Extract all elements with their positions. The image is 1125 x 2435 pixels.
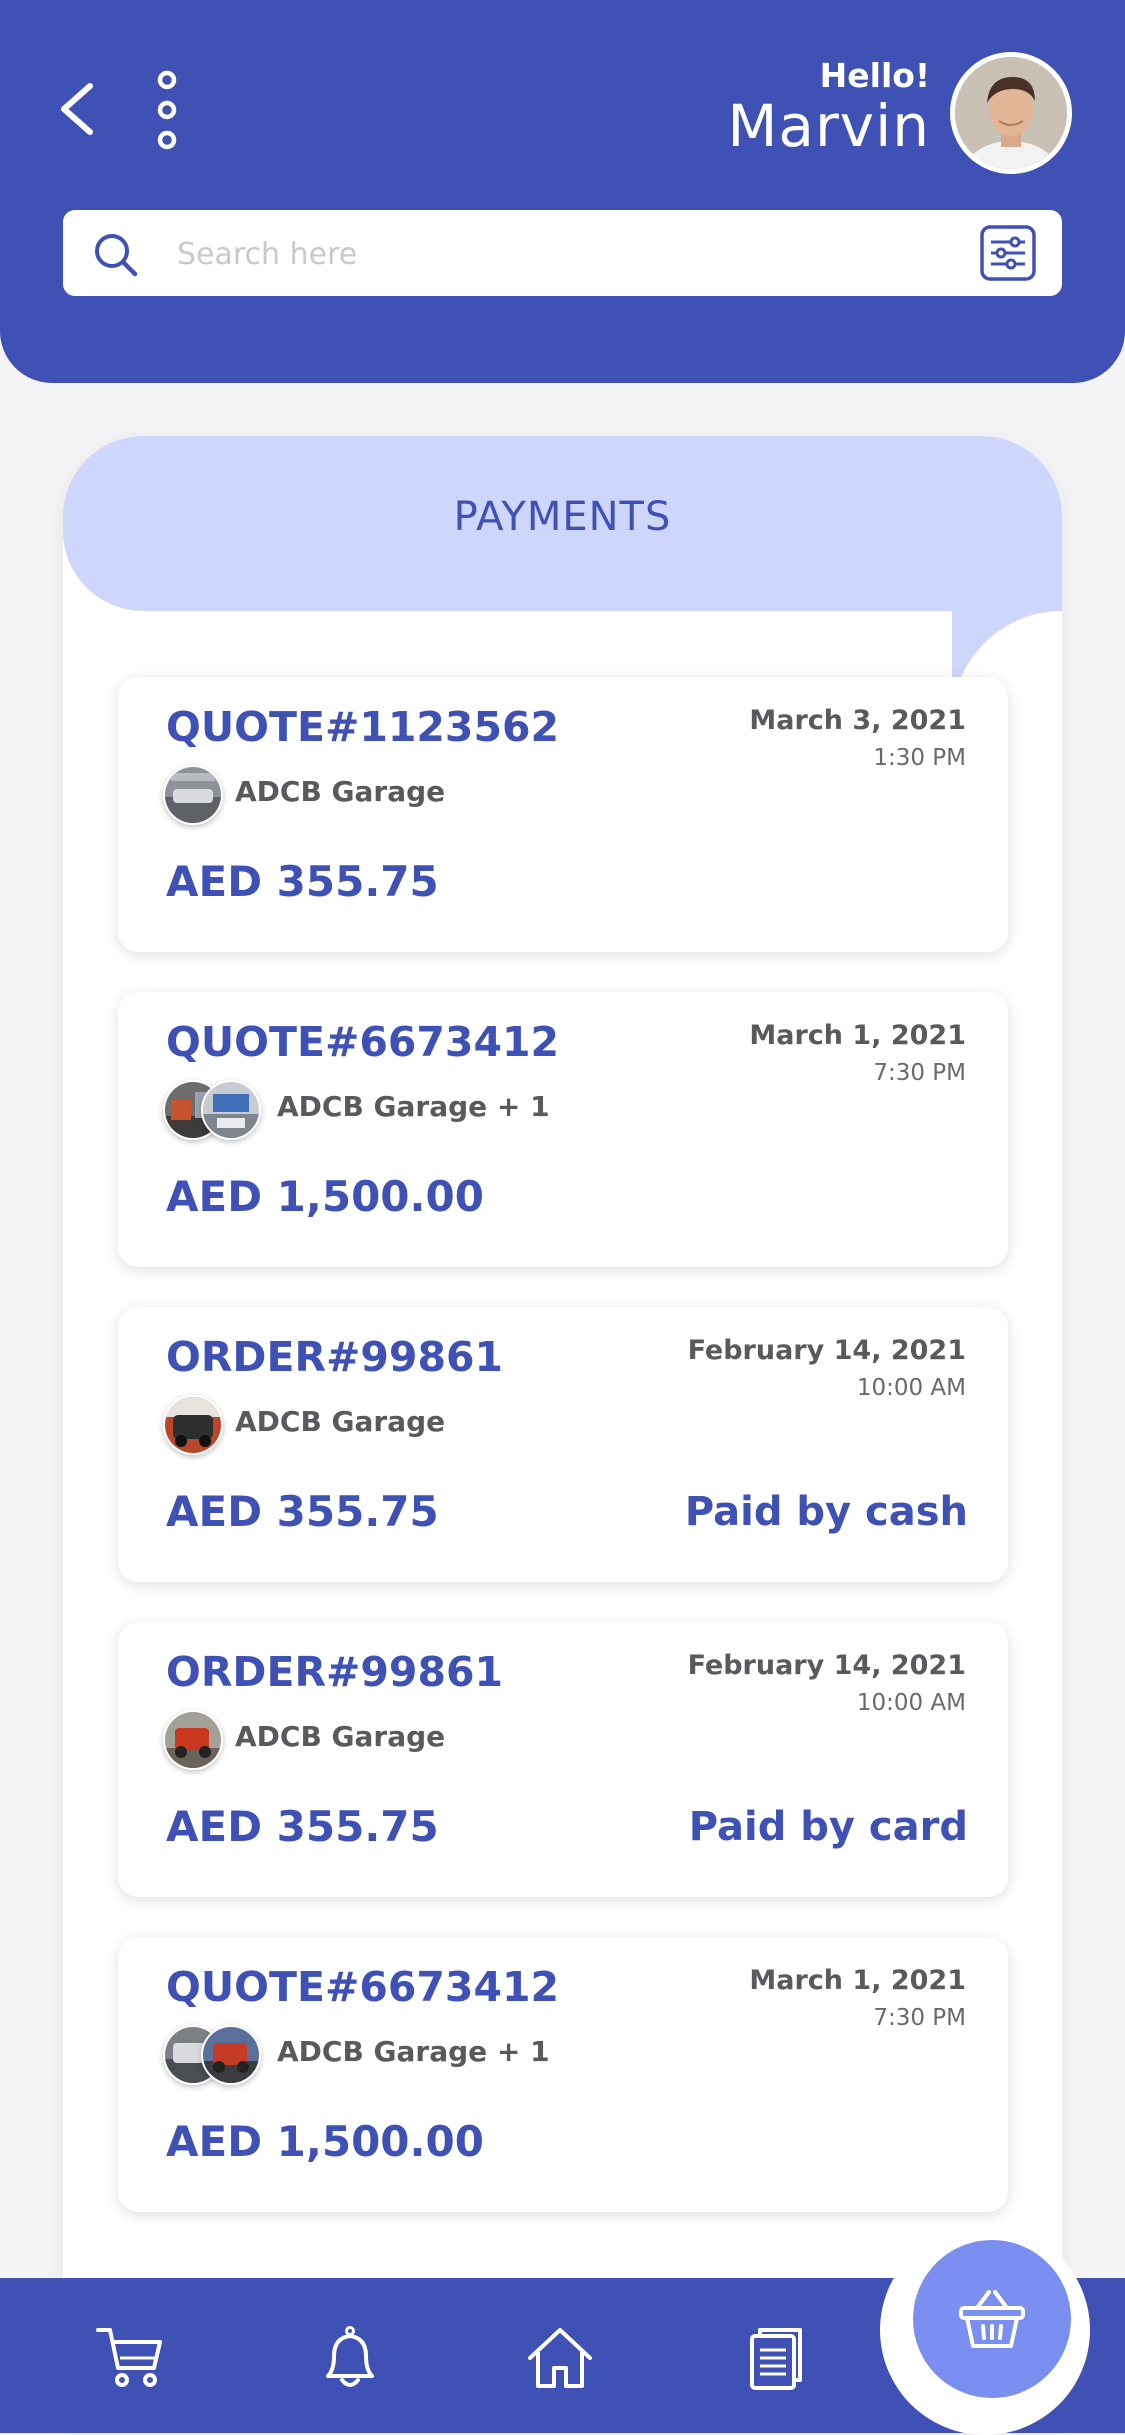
garage-thumbnail	[201, 1080, 261, 1140]
payment-method: Paid by cash	[684, 1489, 968, 1535]
payment-card[interactable]: ORDER#99861 February 14, 2021 10:00 AM A…	[118, 1307, 1008, 1582]
payment-card[interactable]: QUOTE#6673412 March 1, 2021 7:30 PM ADCB…	[118, 1937, 1008, 2212]
payment-time: 10:00 AM	[856, 1375, 966, 1401]
search-bar	[63, 210, 1062, 296]
bell-icon[interactable]	[314, 2322, 386, 2394]
payments-panel: PAYMENTS QUOTE#1123562 March 3, 2021 1:3…	[63, 436, 1062, 2433]
payment-date: February 14, 2021	[687, 1335, 966, 1366]
garage-name: ADCB Garage	[235, 1720, 446, 1753]
home-icon[interactable]	[524, 2322, 596, 2394]
payment-id: ORDER#99861	[166, 1333, 504, 1381]
app-header: Hello! Marvin	[0, 0, 1125, 383]
basket-icon	[959, 2290, 1025, 2348]
garage-name: ADCB Garage + 1	[277, 2035, 550, 2068]
payment-amount: AED 355.75	[166, 1487, 439, 1536]
payment-time: 10:00 AM	[856, 1690, 966, 1716]
user-avatar[interactable]	[950, 52, 1072, 174]
payment-method: Paid by card	[688, 1804, 968, 1850]
garage-thumbnail	[163, 765, 223, 825]
payment-id: QUOTE#6673412	[166, 1018, 560, 1066]
back-button[interactable]	[52, 78, 102, 140]
payment-amount: AED 1,500.00	[166, 1172, 484, 1221]
avatar-portrait	[955, 57, 1067, 169]
greeting-text: Hello!	[819, 56, 930, 95]
garage-name: ADCB Garage	[235, 1405, 446, 1438]
filter-button[interactable]	[979, 224, 1037, 282]
panel-title: PAYMENTS	[453, 494, 672, 540]
payment-id: QUOTE#1123562	[166, 703, 560, 751]
cart-icon[interactable]	[94, 2322, 166, 2394]
payment-card[interactable]: ORDER#99861 February 14, 2021 10:00 AM A…	[118, 1622, 1008, 1897]
user-name: Marvin	[727, 92, 930, 160]
chevron-left-icon	[61, 83, 93, 135]
more-vertical-icon	[157, 70, 177, 150]
search-icon[interactable]	[91, 230, 141, 280]
sliders-icon	[980, 225, 1036, 281]
payment-date: February 14, 2021	[687, 1650, 966, 1681]
garage-thumbnail	[163, 1395, 223, 1455]
garage-thumbnail	[163, 1710, 223, 1770]
payment-amount: AED 355.75	[166, 1802, 439, 1851]
payment-card[interactable]: QUOTE#6673412 March 1, 2021 7:30 PM ADCB…	[118, 992, 1008, 1267]
document-icon[interactable]	[740, 2322, 812, 2394]
payment-time: 1:30 PM	[873, 745, 966, 771]
garage-name: ADCB Garage	[235, 775, 446, 808]
search-input[interactable]	[175, 228, 1019, 280]
garage-thumbnail	[201, 2025, 261, 2085]
payment-id: ORDER#99861	[166, 1648, 504, 1696]
payment-date: March 1, 2021	[749, 1965, 966, 1996]
payment-card[interactable]: QUOTE#1123562 March 3, 2021 1:30 PM ADCB…	[118, 677, 1008, 952]
more-options-button[interactable]	[152, 70, 182, 150]
payment-id: QUOTE#6673412	[166, 1963, 560, 2011]
payment-amount: AED 1,500.00	[166, 2117, 484, 2166]
payment-time: 7:30 PM	[873, 2005, 966, 2031]
payment-amount: AED 355.75	[166, 857, 439, 906]
payment-date: March 3, 2021	[749, 705, 966, 736]
payment-date: March 1, 2021	[749, 1020, 966, 1051]
garage-name: ADCB Garage + 1	[277, 1090, 550, 1123]
basket-button[interactable]	[905, 2232, 1079, 2406]
payment-time: 7:30 PM	[873, 1060, 966, 1086]
